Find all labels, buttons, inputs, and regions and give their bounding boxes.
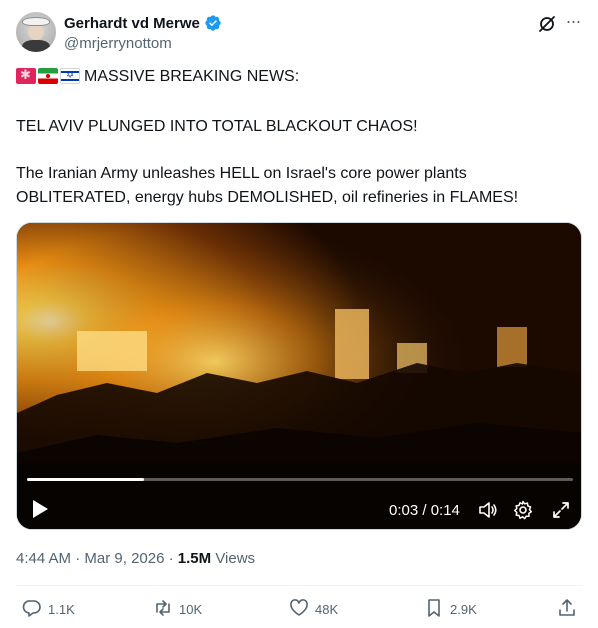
volume-icon[interactable] — [478, 500, 498, 520]
verified-badge-icon — [204, 14, 222, 32]
post-line-2: TEL AVIV PLUNGED INTO TOTAL BLACKOUT CHA… — [16, 118, 418, 135]
post-meta: 4:44 AM · Mar 9, 2026 · 1.5M Views — [16, 550, 255, 567]
grok-icon[interactable] — [537, 14, 557, 34]
share-icon — [557, 598, 577, 621]
post-line-4: OBLITERATED, energy hubs DEMOLISHED, oil… — [16, 189, 519, 206]
avatar[interactable] — [16, 12, 56, 52]
divider — [16, 585, 582, 586]
post-time[interactable]: 4:44 AM — [16, 550, 71, 567]
bookmark-icon — [424, 598, 444, 621]
avatar-shirt — [22, 40, 50, 52]
reply-count: 1.1K — [48, 602, 75, 617]
post-line-1-text: MASSIVE BREAKING NEWS: — [84, 68, 300, 85]
author-display-name[interactable]: Gerhardt vd Merwe — [64, 15, 200, 32]
views-count: 1.5M — [177, 550, 212, 567]
post-line-3: The Iranian Army unleashes HELL on Israe… — [16, 165, 467, 182]
iran-flag-icon — [38, 68, 58, 84]
author-name-row[interactable]: Gerhardt vd Merwe — [64, 14, 222, 32]
views-label: Views — [215, 550, 256, 567]
siren-emoji-icon — [16, 68, 36, 84]
avatar-hat — [22, 17, 50, 26]
bookmark-button[interactable]: 2.9K — [424, 598, 477, 621]
post-date[interactable]: Mar 9, 2026 — [84, 550, 164, 567]
avatar-face — [28, 24, 44, 40]
israel-flag-icon — [60, 68, 80, 84]
reply-button[interactable]: 1.1K — [22, 598, 75, 621]
reply-icon — [22, 598, 42, 621]
share-button[interactable] — [557, 598, 577, 621]
video-progress-bar[interactable] — [27, 478, 573, 481]
heart-icon — [289, 598, 309, 621]
post-line-1: MASSIVE BREAKING NEWS: — [16, 68, 299, 86]
video-timecode: 0:03 / 0:14 — [389, 502, 460, 519]
meta-separator: · — [168, 550, 178, 567]
repost-icon — [153, 598, 173, 621]
author-handle[interactable]: @mrjerrynottom — [64, 35, 172, 52]
meta-separator: · — [75, 550, 85, 567]
like-count: 48K — [315, 602, 339, 617]
video-player[interactable]: 0:03 / 0:14 — [16, 222, 582, 530]
repost-count: 10K — [179, 602, 203, 617]
settings-gear-icon[interactable] — [513, 500, 533, 520]
repost-button[interactable]: 10K — [153, 598, 202, 621]
video-progress-fill — [27, 478, 144, 481]
play-icon[interactable] — [31, 499, 49, 519]
tweet: Gerhardt vd Merwe @mrjerrynottom ··· MAS… — [0, 0, 598, 628]
like-button[interactable]: 48K — [289, 598, 338, 621]
bookmark-count: 2.9K — [450, 602, 477, 617]
emoji-flags — [16, 68, 80, 84]
video-frame — [17, 223, 581, 529]
more-icon[interactable]: ··· — [562, 12, 584, 34]
fullscreen-icon[interactable] — [551, 500, 571, 520]
